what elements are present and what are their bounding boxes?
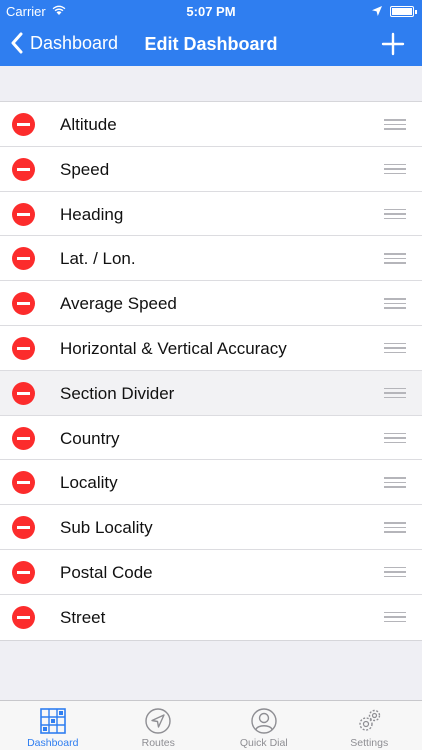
list-item-label: Locality: [60, 473, 118, 493]
dashboard-icon: [39, 708, 66, 734]
list-item-label: Postal Code: [60, 562, 153, 582]
list-item-label: Sub Locality: [60, 518, 153, 538]
status-time: 5:07 PM: [186, 4, 236, 19]
reorder-handle-icon[interactable]: [384, 253, 406, 264]
delete-icon[interactable]: [12, 471, 35, 495]
tab-label: Settings: [350, 737, 389, 749]
list-item[interactable]: Country: [0, 416, 422, 461]
tab-dashboard[interactable]: Dashboard: [0, 701, 106, 750]
delete-icon[interactable]: [12, 426, 35, 450]
status-bar: Carrier 5:07 PM: [0, 0, 422, 22]
reorder-handle-icon[interactable]: [384, 342, 406, 354]
reorder-handle-icon[interactable]: [384, 163, 406, 175]
reorder-handle-icon[interactable]: [384, 208, 406, 220]
delete-icon[interactable]: [12, 336, 35, 360]
delete-icon[interactable]: [12, 381, 35, 405]
list-item-label: Altitude: [60, 115, 117, 134]
navigation-bar: Dashboard Edit Dashboard: [0, 22, 422, 66]
list-item-label: Heading: [60, 204, 124, 224]
list-item-label: Section Divider: [60, 383, 175, 403]
reorder-handle-icon[interactable]: [384, 298, 406, 309]
delete-icon[interactable]: [12, 113, 35, 136]
tab-label: Quick Dial: [239, 737, 288, 749]
delete-icon[interactable]: [12, 292, 35, 316]
person-icon: [251, 708, 277, 734]
battery-icon: [390, 6, 417, 17]
reorder-handle-icon[interactable]: [384, 566, 406, 578]
reorder-handle-icon[interactable]: [384, 522, 406, 533]
list-item-label: Lat. / Lon.: [60, 249, 136, 269]
list-item[interactable]: Section Divider: [0, 370, 422, 416]
list-item[interactable]: Altitude: [0, 102, 422, 147]
top-bar: Carrier 5:07 PM Dashboard Edit Dashboard: [0, 0, 422, 66]
add-icon[interactable]: [380, 31, 406, 57]
list-item[interactable]: Postal Code: [0, 550, 422, 595]
reorder-handle-icon[interactable]: [384, 119, 406, 130]
reorder-handle-icon[interactable]: [384, 387, 406, 399]
reorder-handle-icon[interactable]: [384, 432, 406, 444]
list-item-label: Country: [60, 428, 120, 448]
navigation-arrow-icon: [145, 708, 171, 734]
dashboard-items-list: Altitude Speed Heading Lat. / Lon. Avera…: [0, 101, 422, 641]
tab-settings[interactable]: Settings: [317, 701, 422, 750]
delete-icon[interactable]: [12, 605, 35, 629]
reorder-handle-icon[interactable]: [384, 611, 406, 623]
tab-bar: Dashboard Routes Quick Dial Settings: [0, 700, 422, 750]
delete-icon[interactable]: [12, 560, 35, 584]
delete-icon[interactable]: [12, 516, 35, 540]
list-item[interactable]: Sub Locality: [0, 505, 422, 550]
delete-icon[interactable]: [12, 247, 35, 271]
list-item-label: Street: [60, 607, 106, 627]
list-item[interactable]: Street: [0, 595, 422, 640]
list-item[interactable]: Locality: [0, 460, 422, 506]
list-item[interactable]: Speed: [0, 147, 422, 192]
tab-routes[interactable]: Routes: [106, 701, 212, 750]
list-item-label: Average Speed: [60, 294, 177, 314]
tab-quick-dial[interactable]: Quick Dial: [211, 701, 317, 750]
gears-icon: [359, 709, 381, 731]
page-title: Edit Dashboard: [144, 34, 278, 54]
delete-icon[interactable]: [12, 157, 35, 181]
list-item[interactable]: Heading: [0, 192, 422, 237]
list-item[interactable]: Lat. / Lon.: [0, 236, 422, 282]
list-item-label: Horizontal & Vertical Accuracy: [60, 338, 287, 358]
tab-label: Dashboard: [27, 737, 79, 749]
tab-label: Routes: [141, 737, 175, 749]
list-item[interactable]: Horizontal & Vertical Accuracy: [0, 326, 422, 371]
list-item[interactable]: Average Speed: [0, 281, 422, 326]
delete-icon[interactable]: [12, 202, 35, 226]
location-arrow-icon: [372, 4, 382, 19]
list-item-label: Speed: [60, 159, 110, 179]
reorder-handle-icon[interactable]: [384, 477, 406, 488]
